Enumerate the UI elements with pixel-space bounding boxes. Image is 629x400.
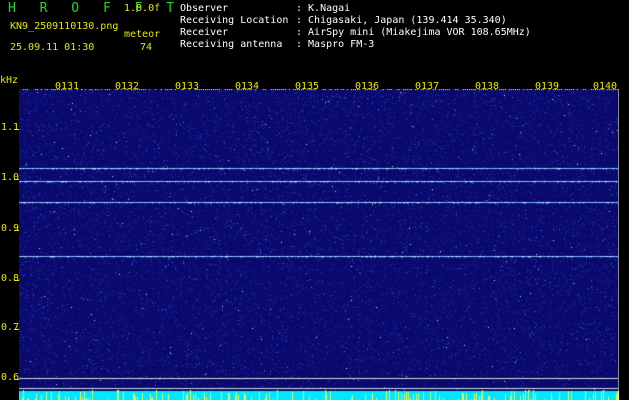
y-tick (14, 230, 19, 231)
y-tick (14, 280, 19, 281)
info-value: : Chigasaki, Japan (139.414 35.340) (296, 15, 507, 26)
y-label: 0.6 (1, 372, 20, 383)
y-tick (14, 129, 19, 130)
file-name: KN9_2509110130.png (10, 21, 119, 32)
info-value: : K.Nagai (296, 3, 351, 14)
y-axis-unit: kHz (0, 75, 19, 86)
info-key: Observer (180, 3, 229, 14)
y-tick (14, 379, 19, 380)
y-tick (14, 179, 19, 180)
info-value: : AirSpy mini (Miakejima VOR 108.65MHz) (296, 27, 531, 38)
header-panel: H R O F F T 1.0.0f KN9_2509110130.png me… (0, 0, 629, 74)
y-label: 0.7 (1, 322, 20, 333)
app-version: 1.0.0f (124, 3, 161, 14)
mode-label: meteor (124, 29, 161, 40)
date-time: 25.09.11 01:30 (10, 42, 95, 53)
info-row-observer: Observer : K.Nagai (180, 3, 531, 15)
plot-right-edge (618, 89, 619, 391)
info-row-antenna: Receiving antenna : Maspro FM-3 (180, 39, 531, 51)
info-row-location: Receiving Location : Chigasaki, Japan (13… (180, 15, 531, 27)
info-key: Receiver (180, 27, 229, 38)
spectrogram-canvas (19, 89, 619, 400)
y-label: 1.1 (1, 122, 20, 133)
info-row-receiver: Receiver : AirSpy mini (Miakejima VOR 108… (180, 27, 531, 39)
y-label: 1.0 (1, 172, 20, 183)
station-info: Observer : K.Nagai Receiving Location : Ch… (180, 3, 531, 51)
info-key: Receiving antenna (180, 39, 283, 50)
echo-count: 74 (140, 42, 153, 53)
y-label: 0.8 (1, 273, 20, 284)
info-key: Receiving Location (180, 15, 289, 26)
y-tick (14, 329, 19, 330)
y-label: 0.9 (1, 223, 20, 234)
info-value: : Maspro FM-3 (296, 39, 375, 50)
